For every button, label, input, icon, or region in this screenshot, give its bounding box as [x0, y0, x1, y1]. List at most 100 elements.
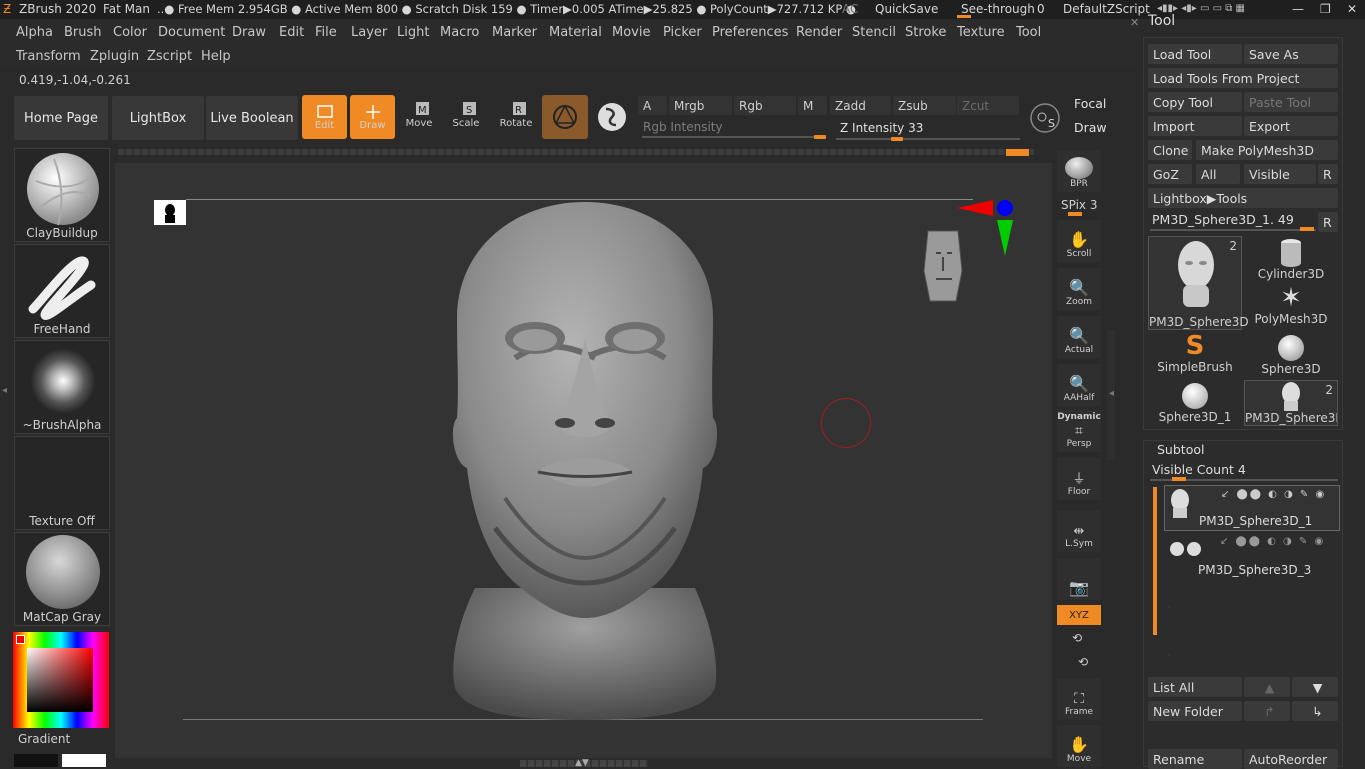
subtool-controls-icons[interactable]: ↙ ⬤⬤ ◐ ◑ ✎ ◉ [1221, 489, 1326, 500]
subtool-scrollbar[interactable] [1153, 487, 1157, 635]
menu-layer[interactable]: Layer [351, 25, 387, 40]
rgb-intensity-knob[interactable] [814, 135, 826, 139]
menu-texture[interactable]: Texture [957, 25, 1005, 40]
move-down-arrow-icon[interactable]: ▼ [1292, 677, 1338, 697]
menu-help[interactable]: Help [201, 49, 231, 64]
rgb-button[interactable]: Rgb [734, 96, 796, 115]
home-page-button[interactable]: Home Page [14, 96, 108, 140]
save-as-button[interactable]: Save As [1244, 44, 1338, 64]
goz-button[interactable]: GoZ [1148, 164, 1192, 184]
rgb-intensity-slider[interactable]: Rgb Intensity [643, 120, 723, 134]
color-saturation-square[interactable] [27, 648, 93, 712]
tray-close-icon[interactable]: ✕ [1130, 16, 1139, 29]
z-intensity-knob[interactable] [891, 137, 903, 141]
menu-stencil[interactable]: Stencil [852, 25, 896, 40]
menu-brush[interactable]: Brush [64, 25, 102, 40]
menu-zplugin[interactable]: Zplugin [90, 49, 139, 64]
close-icon[interactable]: ✕ [1347, 2, 1357, 16]
move-up-folder-icon[interactable]: ↱ [1244, 701, 1290, 721]
menu-document[interactable]: Document [158, 25, 225, 40]
subtool-title[interactable]: Subtool [1157, 442, 1204, 457]
draw-size-label[interactable]: Draw [1074, 120, 1107, 135]
actual-button[interactable]: 🔍 Actual [1057, 316, 1101, 358]
stroke-slot[interactable]: FreeHand [14, 244, 110, 338]
m-button[interactable]: M [798, 96, 827, 115]
load-tools-from-project-button[interactable]: Load Tools From Project [1148, 68, 1338, 88]
menu-render[interactable]: Render [796, 25, 842, 40]
menu-stroke[interactable]: Stroke [905, 25, 946, 40]
rotate-button[interactable]: R Rotate [497, 100, 535, 140]
material-slot[interactable]: MatCap Gray [14, 532, 110, 626]
y-rotation-icon[interactable]: ⟲ [1072, 631, 1082, 645]
aahalf-button[interactable]: 🔍 AAHalf [1057, 364, 1101, 406]
head-silhouette-icon[interactable] [154, 200, 186, 225]
menu-light[interactable]: Light [397, 25, 429, 40]
spix-slider[interactable]: SPix 3 [1061, 198, 1097, 212]
tool-thumb-cylinder3d[interactable]: Cylinder3D [1244, 236, 1338, 282]
ruler-marker[interactable] [1006, 149, 1029, 156]
scale-button[interactable]: S Scale [447, 100, 485, 140]
tool-thumb-sphere3d[interactable]: Sphere3D [1244, 332, 1338, 378]
menu-edit[interactable]: Edit [279, 25, 304, 40]
tool-thumb-sphere3d-1[interactable]: Sphere3D_1 [1148, 380, 1242, 426]
spix-knob[interactable] [1068, 212, 1082, 216]
menu-marker[interactable]: Marker [492, 25, 537, 40]
brush-slot[interactable]: ClayBuildup [14, 148, 110, 242]
move-button[interactable]: M Move [400, 100, 438, 140]
menu-draw[interactable]: Draw [232, 25, 266, 40]
import-button[interactable]: Import [1148, 116, 1242, 136]
subtool-item[interactable]: ↙ ⬤⬤ ◐ ◑ ✎ ◉ PM3D_Sphere3D_3 [1164, 533, 1340, 579]
document-canvas[interactable] [115, 163, 1052, 758]
paste-tool-button[interactable]: Paste Tool [1244, 92, 1338, 112]
export-button[interactable]: Export [1244, 116, 1338, 136]
axis-gizmo-icon[interactable] [955, 198, 1025, 258]
scroll-button[interactable]: ✋ Scroll [1057, 220, 1101, 262]
color-picker[interactable] [13, 632, 109, 728]
zsub-button[interactable]: Zsub [893, 96, 956, 115]
subtool-item[interactable]: ↙ ⬤⬤ ◐ ◑ ✎ ◉ PM3D_Sphere3D_1 [1164, 485, 1340, 531]
sculpted-head-model[interactable] [435, 198, 735, 723]
lsym-button[interactable]: ⇹ L.Sym [1057, 510, 1101, 552]
tool-thumb-pm3d-sphere3d[interactable]: 2 PM3D_Sphere3D [1148, 236, 1249, 330]
load-tool-button[interactable]: Load Tool [1148, 44, 1242, 64]
live-boolean-button[interactable]: Live Boolean [206, 96, 298, 140]
primary-color-swatch[interactable] [14, 754, 58, 767]
see-through-knob[interactable] [957, 15, 971, 18]
frame-button[interactable]: ⛶ Frame [1057, 678, 1101, 720]
xyz-rotation-button[interactable]: XYZ [1057, 605, 1101, 625]
tool-thumb-pm3d-sphere3d-2[interactable]: 2 PM3D_Sphere3D [1244, 380, 1338, 426]
minimize-icon[interactable]: — [1292, 2, 1304, 16]
zoom-button[interactable]: 🔍 Zoom [1057, 268, 1101, 310]
menu-tool[interactable]: Tool [1016, 25, 1041, 40]
current-tool-slider[interactable]: PM3D_Sphere3D_1. 49 [1152, 212, 1294, 227]
material-sphere-button[interactable] [542, 95, 588, 139]
visible-count-slider[interactable]: Visible Count 4 [1152, 462, 1246, 477]
rename-button[interactable]: Rename [1148, 749, 1242, 769]
menu-zscript[interactable]: Zscript [147, 49, 192, 64]
left-tray-toggle-icon[interactable]: ◂ [2, 385, 7, 396]
z-rotation-icon[interactable]: ⟲ [1078, 655, 1088, 669]
bpr-button[interactable]: BPR [1057, 150, 1101, 192]
gizmo-toggle-button[interactable] [594, 100, 630, 134]
menu-picker[interactable]: Picker [663, 25, 702, 40]
mrgb-button[interactable]: Mrgb [669, 96, 732, 115]
autoreorder-button[interactable]: AutoReorder [1244, 749, 1338, 769]
visible-count-knob[interactable] [1172, 477, 1186, 481]
new-folder-button[interactable]: New Folder [1148, 701, 1242, 721]
move-down-folder-icon[interactable]: ↳ [1292, 701, 1338, 721]
z-intensity-slider[interactable]: Z Intensity 33 [840, 121, 923, 135]
copy-tool-button[interactable]: Copy Tool [1148, 92, 1242, 112]
subtool-controls-icons[interactable]: ↙ ⬤⬤ ◐ ◑ ✎ ◉ [1220, 536, 1325, 547]
persp-button[interactable]: Dynamic ⌗ Persp [1057, 410, 1101, 452]
make-polymesh3d-button[interactable]: Make PolyMesh3D [1196, 140, 1338, 160]
list-all-button[interactable]: List All [1148, 677, 1242, 697]
clone-button[interactable]: Clone [1148, 140, 1192, 160]
menu-transform[interactable]: Transform [16, 49, 81, 64]
menu-movie[interactable]: Movie [612, 25, 650, 40]
alpha-slot[interactable]: ~BrushAlpha [14, 340, 110, 434]
draw-button[interactable]: Draw [350, 95, 395, 139]
goz-r-button[interactable]: R [1318, 164, 1338, 184]
lightbox-tools-button[interactable]: Lightbox▶Tools [1148, 188, 1338, 208]
secondary-color-swatch[interactable] [62, 754, 106, 767]
goz-visible-button[interactable]: Visible [1244, 164, 1316, 184]
